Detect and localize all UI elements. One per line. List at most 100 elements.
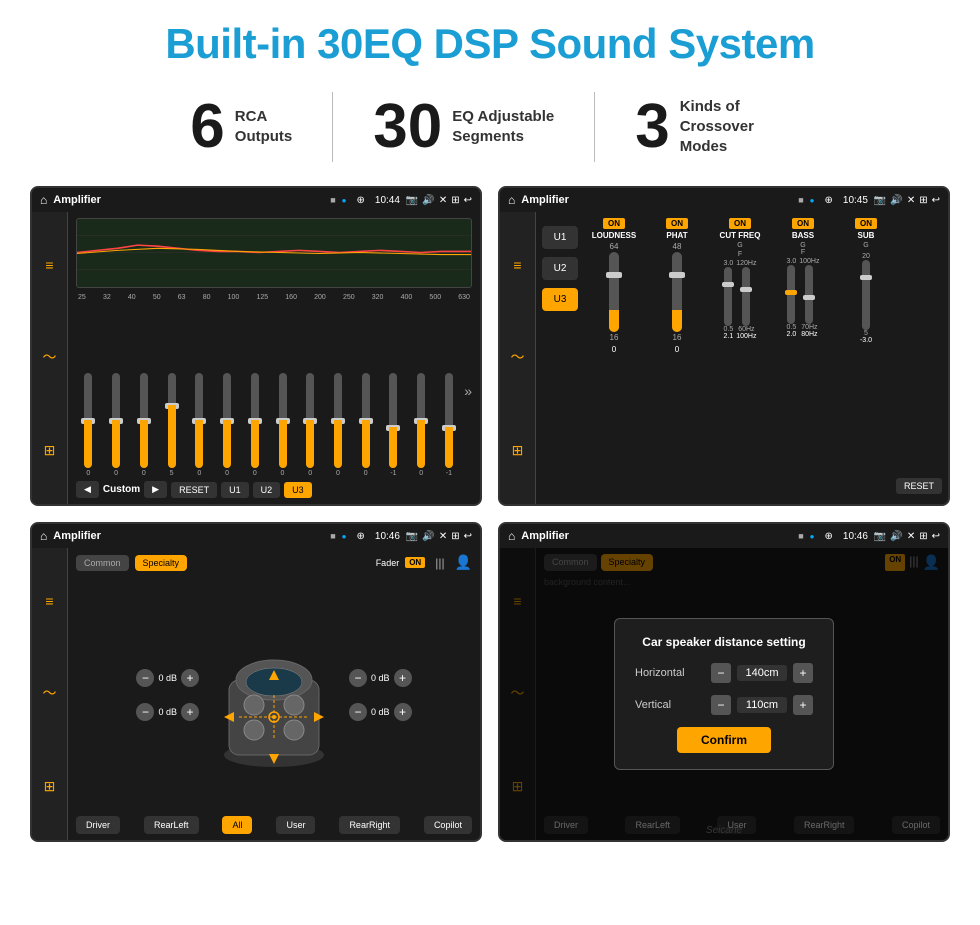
user-btn[interactable]: User: [276, 816, 315, 834]
loudness-col: ON LOUDNESS 64 16: [584, 218, 644, 498]
volume-sidebar-icon[interactable]: ⊞: [44, 442, 56, 459]
volume-sidebar-icon-2[interactable]: ⊞: [512, 442, 524, 459]
eq-sliders: 0 0 0 5: [76, 305, 472, 477]
screen3-header: ⌂ Amplifier ■ ● ⊕ 10:46 📷 🔊 ✕ ⊞ ↩: [32, 524, 480, 548]
wave-icon-2[interactable]: 〜: [511, 347, 525, 367]
vol-plus-lt[interactable]: +: [181, 669, 199, 687]
wave-icon[interactable]: 〜: [43, 347, 57, 367]
cutfreq-col: ON CUT FREQ G F 3.0: [710, 218, 770, 498]
home-icon-2[interactable]: ⌂: [508, 193, 515, 207]
u3-btn[interactable]: U3: [284, 482, 312, 498]
eq-slider-col-2[interactable]: 0: [104, 373, 129, 477]
volume-sidebar-icon-3[interactable]: ⊞: [44, 778, 56, 795]
vertical-label: Vertical: [635, 699, 671, 711]
vol-minus-lt[interactable]: −: [136, 669, 154, 687]
next-btn[interactable]: ▶: [144, 481, 167, 498]
u2-btn[interactable]: U2: [253, 482, 281, 498]
screen3-header-icons: 📷 🔊 ✕ ⊞ ↩: [406, 531, 472, 542]
eq-slider-col-12[interactable]: -1: [381, 373, 406, 477]
screen1-content: ≡ 〜 ⊞: [32, 212, 480, 504]
eq-slider-col-11[interactable]: 0: [353, 373, 378, 477]
eq-slider-col-9[interactable]: 0: [298, 373, 323, 477]
common-tab[interactable]: Common: [76, 555, 129, 571]
horizontal-minus[interactable]: −: [711, 663, 731, 683]
stat-crossover-number: 3: [635, 96, 669, 158]
vol-minus-rt[interactable]: −: [349, 669, 367, 687]
vol-plus-lb[interactable]: +: [181, 703, 199, 721]
vol-minus-rb[interactable]: −: [349, 703, 367, 721]
screen1-eq-main: 2532 4050 6380 100125 160200 250320 4005…: [68, 212, 480, 504]
screen1-title: Amplifier: [53, 194, 324, 206]
reset-btn-1[interactable]: RESET: [171, 482, 217, 498]
eq-slider-col-13[interactable]: 0: [409, 373, 434, 477]
left-volumes: − 0 dB + − 0 dB +: [136, 669, 199, 721]
screen-eq: ⌂ Amplifier ■ ● ⊕ 10:44 📷 🔊 ✕ ⊞ ↩ ≡ 〜: [30, 186, 482, 506]
eq-slider-col-5[interactable]: 0: [187, 373, 212, 477]
volume-icon-3: 🔊: [422, 531, 434, 542]
bottom-buttons-3: Driver RearLeft All User RearRight Copil…: [76, 816, 472, 834]
screen3-dot: ●: [342, 532, 347, 541]
rearright-btn[interactable]: RearRight: [339, 816, 400, 834]
stat-rca-number: 6: [190, 96, 224, 158]
u1-crossover-btn[interactable]: U1: [542, 226, 578, 249]
u3-crossover-btn[interactable]: U3: [542, 288, 578, 311]
eq-slider-col-8[interactable]: 0: [270, 373, 295, 477]
eq-slider-col-10[interactable]: 0: [326, 373, 351, 477]
horizontal-plus[interactable]: +: [793, 663, 813, 683]
camera-icon-3: 📷: [406, 531, 418, 542]
eq-slider-col-7[interactable]: 0: [242, 373, 267, 477]
wave-icon-3[interactable]: 〜: [43, 683, 57, 703]
eq-slider-col-14[interactable]: -1: [437, 373, 462, 477]
vertical-plus[interactable]: +: [793, 695, 813, 715]
vol-text-rb: 0 dB: [371, 707, 390, 717]
u2-crossover-btn[interactable]: U2: [542, 257, 578, 280]
reset-btn-2[interactable]: RESET: [896, 478, 942, 494]
screen2-eq-main: U1 U2 U3 ON LOUDNESS 64: [536, 212, 948, 504]
eq-icon[interactable]: ≡: [45, 257, 53, 273]
home-icon-4[interactable]: ⌂: [508, 529, 515, 543]
vertical-minus[interactable]: −: [711, 695, 731, 715]
screen2-time: 10:45: [843, 195, 868, 206]
back-icon-1[interactable]: ↩: [464, 195, 472, 206]
stat-crossover-text: Kinds ofCrossover Modes: [680, 97, 790, 158]
home-icon-3[interactable]: ⌂: [40, 529, 47, 543]
vol-plus-rt[interactable]: +: [394, 669, 412, 687]
vol-minus-lb[interactable]: −: [136, 703, 154, 721]
expand-icon[interactable]: »: [464, 383, 472, 399]
back-icon-2[interactable]: ↩: [932, 195, 940, 206]
window-icon-3: ⊞: [451, 531, 459, 542]
specialty-tab[interactable]: Specialty: [135, 555, 188, 571]
right-volumes: − 0 dB + − 0 dB +: [349, 669, 412, 721]
vol-text-rt: 0 dB: [371, 673, 390, 683]
horizontal-row: Horizontal − 140cm +: [635, 663, 813, 683]
home-icon-1[interactable]: ⌂: [40, 193, 47, 207]
screen2-title: Amplifier: [521, 194, 792, 206]
confirm-button[interactable]: Confirm: [677, 727, 771, 753]
car-diagram-area: − 0 dB + − 0 dB +: [76, 579, 472, 810]
rearleft-btn[interactable]: RearLeft: [144, 816, 199, 834]
back-icon-3[interactable]: ↩: [464, 531, 472, 542]
copilot-btn[interactable]: Copilot: [424, 816, 472, 834]
eq-slider-col-1[interactable]: 0: [76, 373, 101, 477]
eq-slider-col-4[interactable]: 5: [159, 373, 184, 477]
sub-on: ON: [855, 218, 877, 229]
page-title: Built-in 30EQ DSP Sound System: [165, 20, 814, 68]
u1-btn[interactable]: U1: [221, 482, 249, 498]
all-btn[interactable]: All: [222, 816, 252, 834]
vol-plus-rb[interactable]: +: [394, 703, 412, 721]
screen-fader: ⌂ Amplifier ■ ● ⊕ 10:46 📷 🔊 ✕ ⊞ ↩ ≡ 〜: [30, 522, 482, 842]
eq-icon-2[interactable]: ≡: [513, 257, 521, 273]
u-buttons: U1 U2 U3: [542, 218, 578, 498]
back-icon-4[interactable]: ↩: [932, 531, 940, 542]
driver-btn[interactable]: Driver: [76, 816, 120, 834]
bass-col: ON BASS G F 3.0: [773, 218, 833, 498]
window-icon-4: ⊞: [919, 531, 927, 542]
screen1-record-icon: ■: [330, 195, 335, 205]
screen4-header: ⌂ Amplifier ■ ● ⊕ 10:46 📷 🔊 ✕ ⊞ ↩: [500, 524, 948, 548]
eq-slider-col-6[interactable]: 0: [215, 373, 240, 477]
prev-btn[interactable]: ◀: [76, 481, 99, 498]
eq-icon-3[interactable]: ≡: [45, 593, 53, 609]
eq-slider-col-3[interactable]: 0: [131, 373, 156, 477]
user-icon-3: 👤: [455, 554, 472, 571]
bass-on: ON: [792, 218, 814, 229]
